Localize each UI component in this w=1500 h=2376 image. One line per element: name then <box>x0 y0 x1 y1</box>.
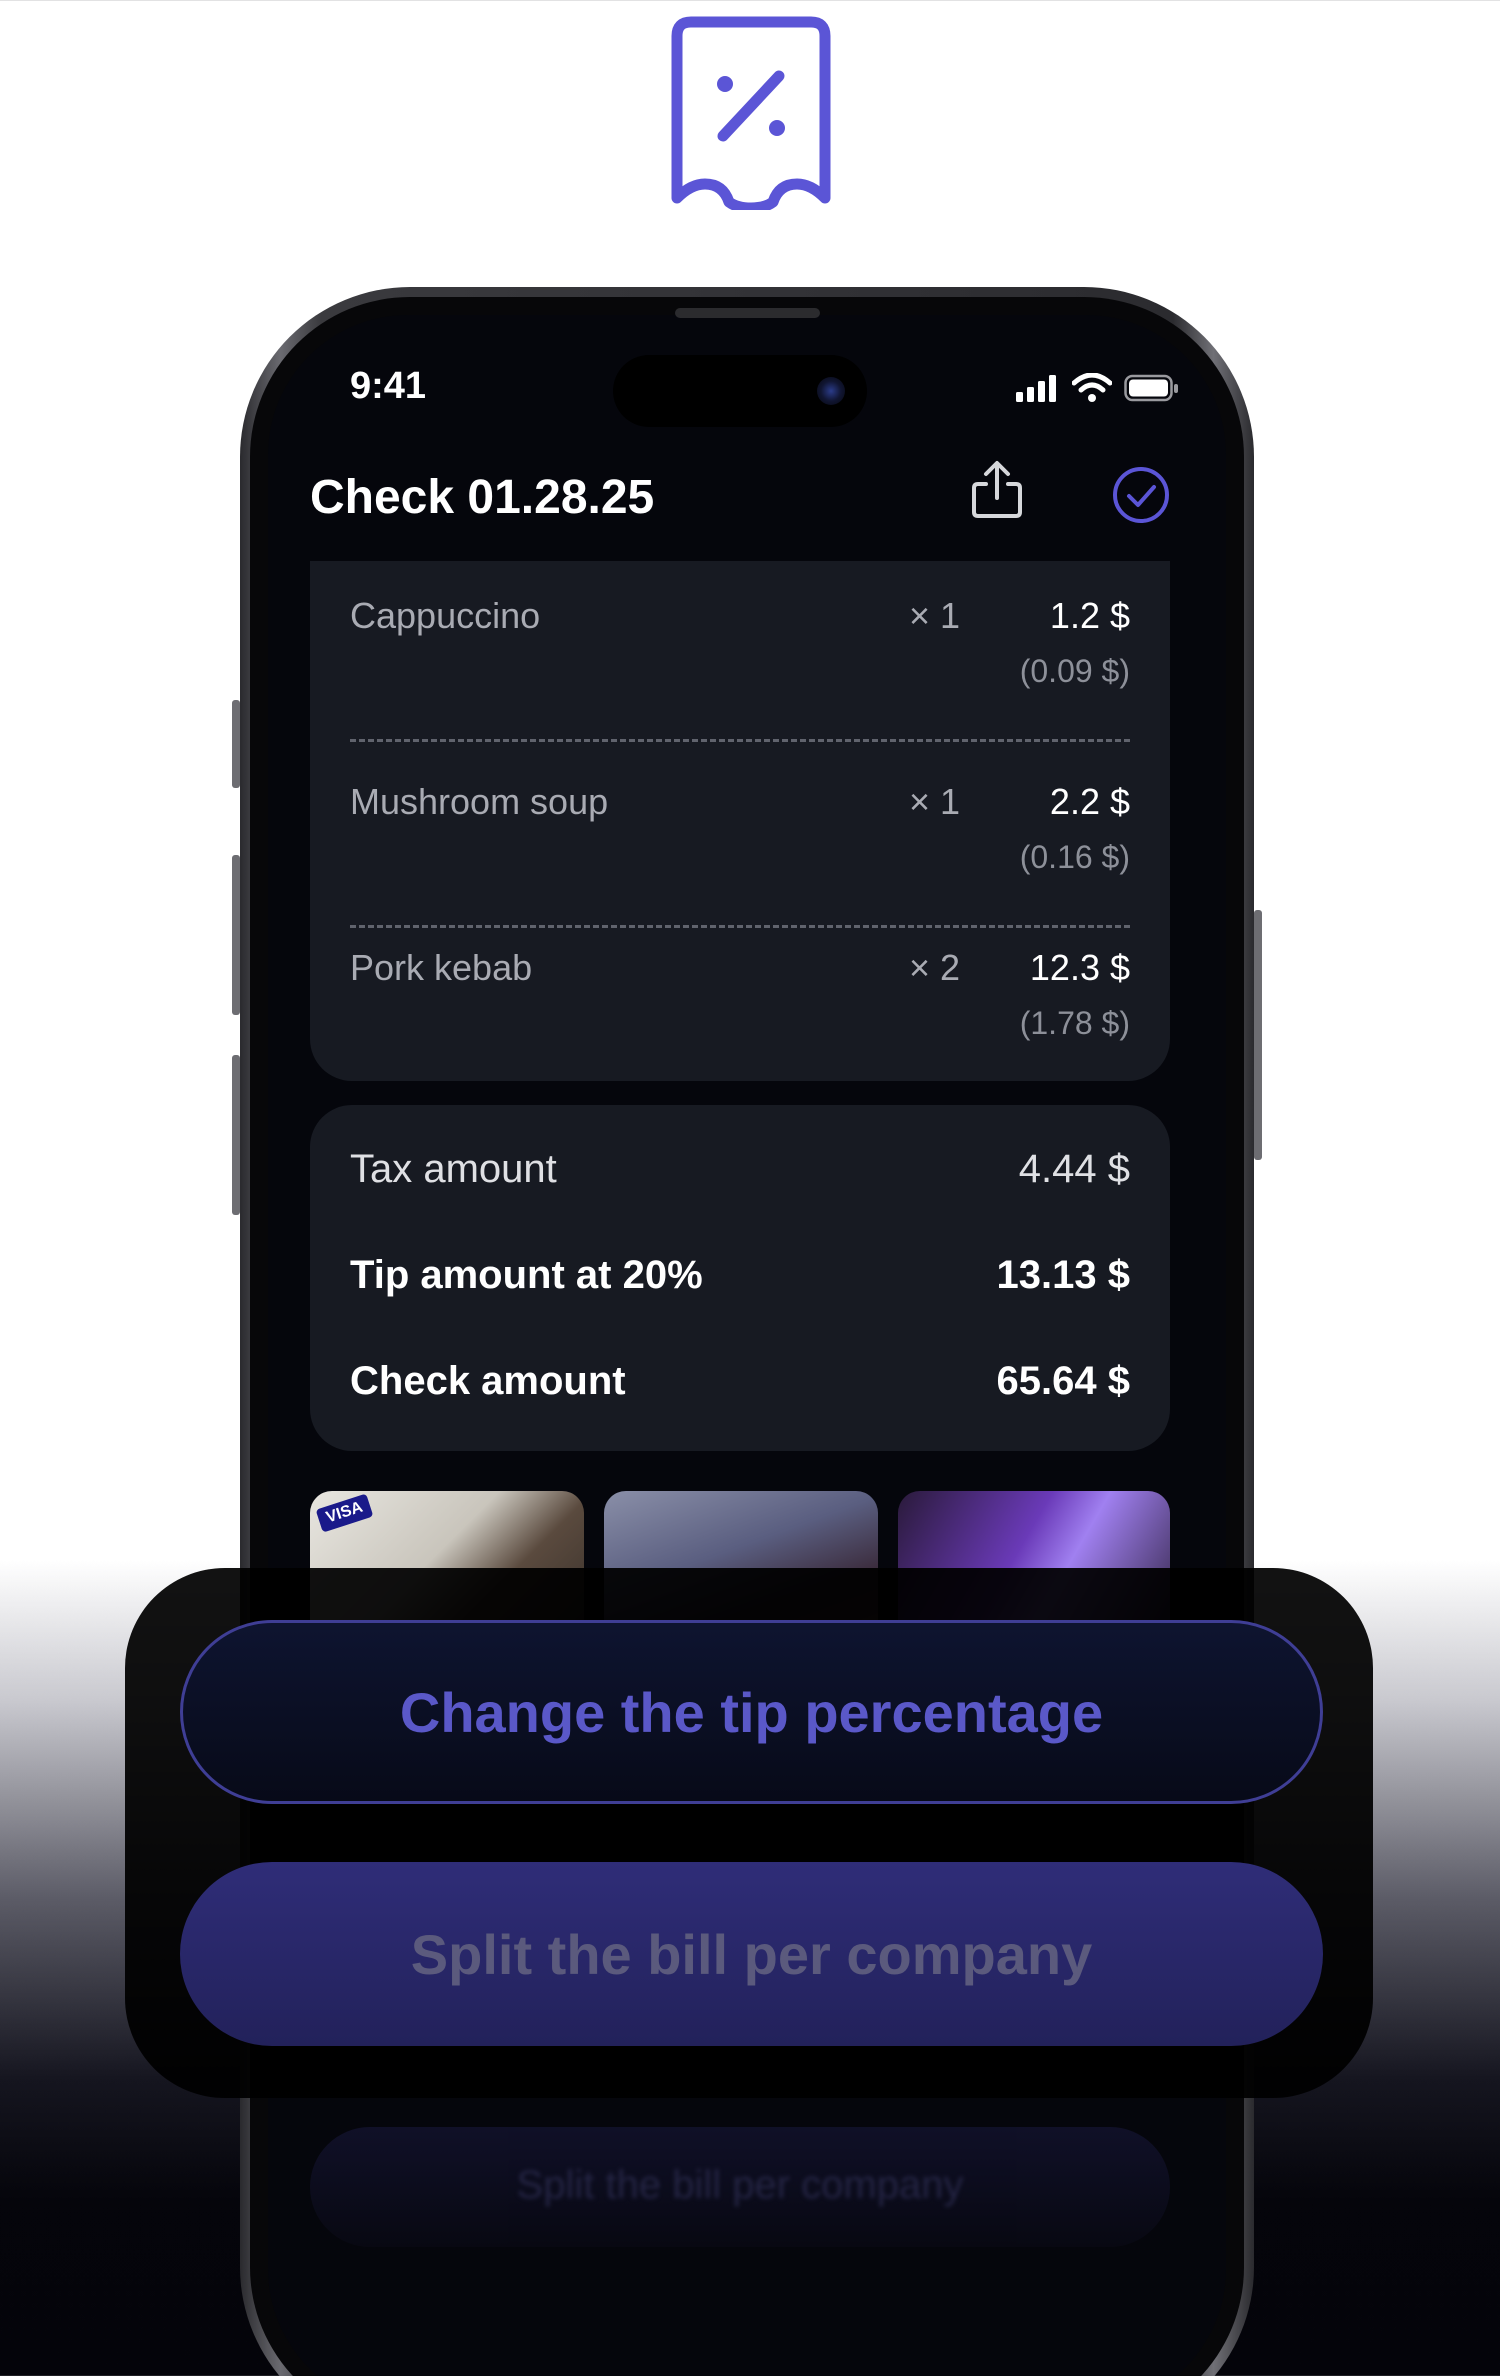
item-name: Pork kebab <box>350 947 533 988</box>
tax-label: Tax amount <box>350 1147 557 1191</box>
check-value: 65.64 $ <box>996 1359 1130 1403</box>
split-bill-background-label: Split the bill per company <box>516 2163 964 2207</box>
item-tax: (0.16 $) <box>1019 839 1130 875</box>
tax-row: Tax amount 4.44 $ <box>350 1147 1130 1197</box>
visa-logo: VISA <box>315 1493 374 1533</box>
wifi-icon <box>1072 373 1112 402</box>
tip-label: Tip amount at 20% <box>350 1253 703 1297</box>
item-tax: (1.78 $) <box>1019 1005 1130 1041</box>
item-tax: (0.09 $) <box>1019 653 1130 689</box>
tax-value: 4.44 $ <box>1018 1147 1130 1191</box>
status-time: 9:41 <box>350 365 427 407</box>
status-icons <box>1016 373 1180 403</box>
list-item[interactable]: Cappuccino × 1 1.2 $ (0.09 $) <box>350 595 1130 715</box>
item-quantity: × 1 <box>908 781 960 822</box>
item-price: 2.2 $ <box>1049 781 1130 822</box>
dynamic-island <box>613 355 867 427</box>
split-bill-button-background: Split the bill per company <box>310 2127 1170 2247</box>
change-tip-button[interactable]: Change the tip percentage <box>180 1620 1323 1804</box>
list-item[interactable]: Mushroom soup × 1 2.2 $ (0.16 $) <box>350 781 1130 901</box>
item-quantity: × 2 <box>908 947 960 988</box>
check-label: Check amount <box>350 1359 626 1403</box>
item-quantity: × 1 <box>908 595 960 636</box>
tip-row: Tip amount at 20% 13.13 $ <box>350 1253 1130 1303</box>
item-price: 12.3 $ <box>1029 947 1130 988</box>
tip-value: 13.13 $ <box>996 1253 1130 1297</box>
power-button <box>1254 910 1262 1160</box>
split-bill-label: Split the bill per company <box>410 1922 1093 1986</box>
volume-up-button <box>232 855 240 1015</box>
divider <box>350 739 1130 742</box>
check-row: Check amount 65.64 $ <box>350 1359 1130 1409</box>
receipt-percent-icon <box>671 16 831 210</box>
item-name: Cappuccino <box>350 595 541 636</box>
list-item[interactable]: Pork kebab × 2 12.3 $ (1.78 $) <box>350 947 1130 1067</box>
share-icon[interactable] <box>968 458 1026 520</box>
front-camera <box>817 377 845 405</box>
volume-down-button <box>232 1055 240 1215</box>
battery-icon <box>1124 374 1178 402</box>
totals-card: Tax amount 4.44 $ Tip amount at 20% 13.1… <box>310 1105 1170 1451</box>
split-bill-button[interactable]: Split the bill per company <box>180 1862 1323 2046</box>
item-name: Mushroom soup <box>350 781 609 822</box>
page-title: Check 01.28.25 <box>310 471 655 524</box>
divider <box>350 925 1130 928</box>
speaker-grille <box>675 308 820 318</box>
change-tip-label: Change the tip percentage <box>399 1680 1104 1744</box>
signal-icon <box>1016 375 1056 402</box>
action-panel: Change the tip percentage Split the bill… <box>125 1568 1373 2098</box>
action-button <box>232 700 240 788</box>
check-circle-icon[interactable] <box>1111 465 1171 525</box>
item-price: 1.2 $ <box>1049 595 1130 636</box>
items-card: Cappuccino × 1 1.2 $ (0.09 $) Mushroom s… <box>310 561 1170 1081</box>
